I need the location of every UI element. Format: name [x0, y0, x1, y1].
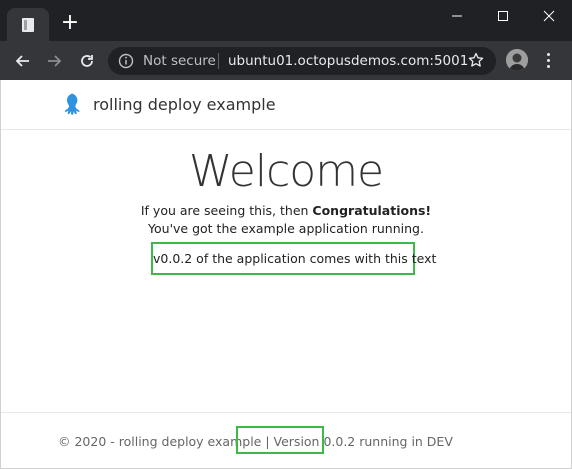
- site-navbar: rolling deploy example: [0, 80, 572, 130]
- version-note: v0.0.2 of the application comes with thi…: [151, 242, 436, 275]
- window-border: [0, 80, 1, 469]
- close-icon[interactable]: [536, 6, 562, 26]
- address-separator: [218, 53, 219, 69]
- web-page: rolling deploy example Welcome If you ar…: [0, 80, 572, 469]
- page-title: Welcome: [188, 146, 384, 197]
- intro-line-2: You've got the example application runni…: [148, 221, 424, 236]
- security-label: Not secure: [143, 53, 216, 69]
- intro-text: If you are seeing this, then: [140, 203, 313, 218]
- star-icon[interactable]: [468, 52, 484, 68]
- browser-toolbar: Not secure ubuntu01.octopusdemos.com:500…: [0, 41, 572, 80]
- intro-line: If you are seeing this, then Congratulat…: [0, 203, 572, 218]
- url-text[interactable]: ubuntu01.octopusdemos.com:5001: [228, 53, 468, 69]
- forward-icon[interactable]: [45, 51, 65, 71]
- footer-divider: [0, 412, 572, 413]
- new-tab-button[interactable]: +: [58, 12, 82, 36]
- info-icon[interactable]: [118, 53, 134, 69]
- octopus-logo-icon[interactable]: [62, 92, 86, 116]
- maximize-icon[interactable]: [490, 6, 516, 26]
- menu-icon[interactable]: [540, 50, 556, 70]
- back-icon[interactable]: [12, 51, 32, 71]
- minimize-icon[interactable]: [444, 6, 470, 26]
- address-bar[interactable]: Not secure ubuntu01.octopusdemos.com:500…: [108, 47, 496, 75]
- site-brand[interactable]: rolling deploy example: [93, 95, 276, 114]
- page-icon: [22, 18, 34, 32]
- version-highlight-box: [236, 426, 324, 454]
- reload-icon[interactable]: [77, 51, 97, 71]
- avatar[interactable]: [506, 49, 528, 71]
- browser-titlebar: +: [0, 0, 572, 41]
- browser-tab[interactable]: [7, 8, 49, 41]
- congratulations-text: Congratulations!: [312, 203, 432, 218]
